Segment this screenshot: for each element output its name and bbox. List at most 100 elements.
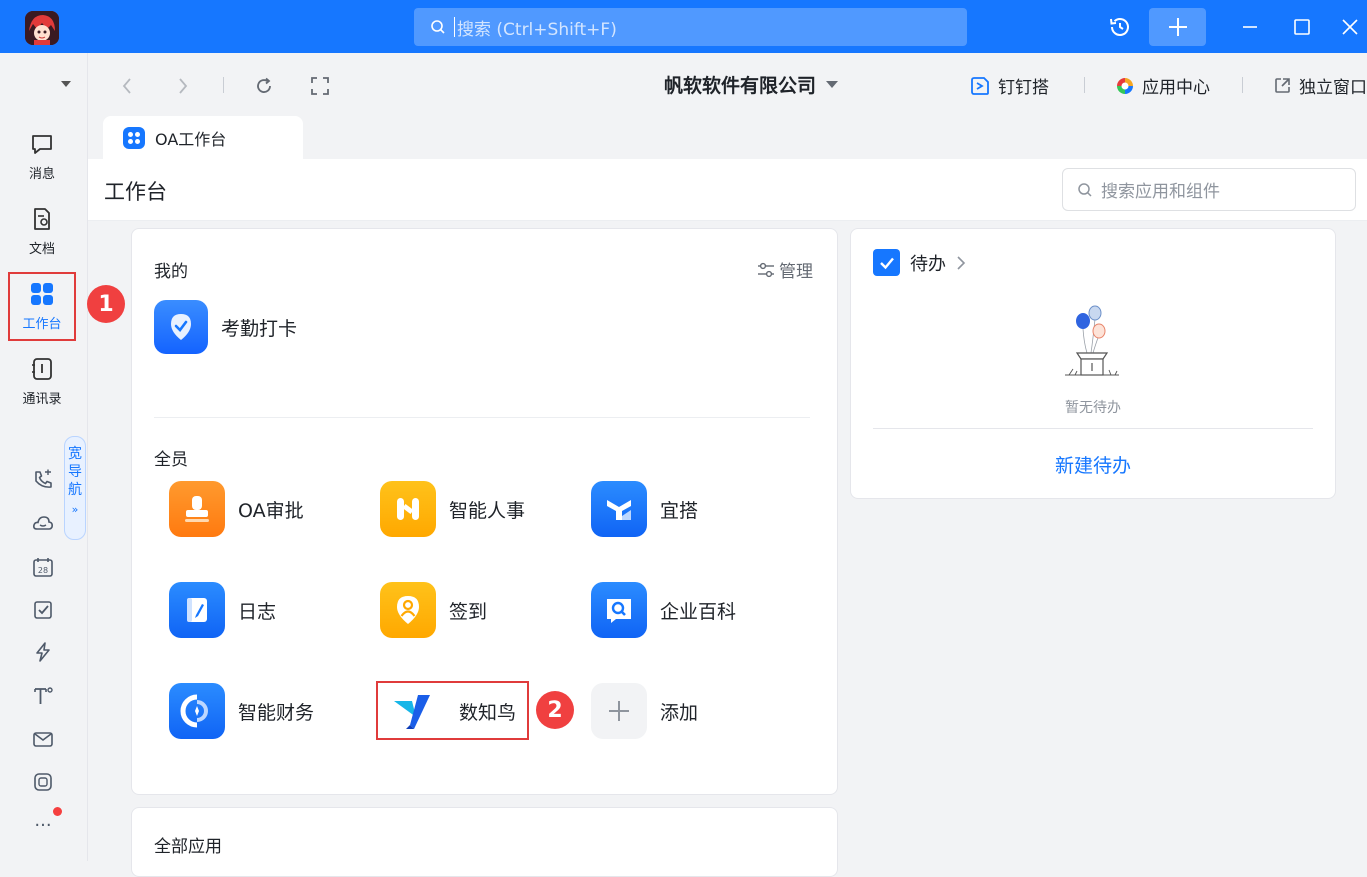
chat-bubble-icon (32, 134, 52, 154)
chevron-right-icon (179, 78, 188, 94)
new-button[interactable] (1149, 8, 1206, 46)
app-attendance[interactable]: 考勤打卡 (154, 300, 297, 354)
maximize-icon (1294, 19, 1310, 35)
open-window-icon (1275, 78, 1290, 93)
todo-card: 待办 暂无待办 新建待办 (850, 228, 1336, 499)
mail-icon[interactable] (30, 726, 56, 752)
rail-item-label: 工作台 (22, 317, 62, 332)
app-search-input[interactable]: 搜索应用和组件 (1062, 168, 1356, 211)
checkbox-icon (873, 249, 900, 276)
minimize-icon (1243, 26, 1257, 28)
app-label: 智能人事 (449, 499, 526, 522)
chevron-left-icon (122, 78, 131, 94)
rail-item-docs[interactable]: 文档 (8, 198, 76, 264)
highlight-box-shuzhiniao (376, 681, 529, 740)
search-icon (430, 19, 446, 35)
workbench-area: 我的 管理 考勤打卡 全员 OA审批 智能人事 宜搭 日志 签到 企业百科 智能… (88, 221, 1367, 877)
phone-icon[interactable] (30, 467, 56, 493)
section-title-all-apps: 全部应用 (154, 837, 222, 857)
app-smart-hr[interactable]: 智能人事 (380, 481, 525, 537)
rail-dropdown-button[interactable] (60, 79, 72, 89)
app-label: 企业百科 (660, 600, 737, 623)
maximize-button[interactable] (1282, 8, 1322, 46)
approval-stamp-icon (169, 481, 225, 537)
step-badge-2: 2 (536, 691, 574, 729)
dingtalk-box-icon[interactable] (30, 769, 56, 795)
app-center-link[interactable]: 应用中心 (1116, 73, 1210, 98)
app-label: OA审批 (238, 499, 304, 522)
minimize-button[interactable] (1230, 8, 1270, 46)
calendar-day: 28 (38, 566, 48, 575)
divider (1242, 77, 1243, 93)
tab-label: OA工作台 (155, 129, 227, 149)
apps-card: 我的 管理 考勤打卡 全员 OA审批 智能人事 宜搭 日志 签到 企业百科 智能… (131, 228, 838, 795)
app-yida[interactable]: 宜搭 (591, 481, 698, 537)
history-button[interactable] (1100, 8, 1140, 46)
todo-header[interactable]: 待办 (873, 249, 966, 276)
document-icon (34, 207, 50, 230)
forward-button[interactable] (172, 75, 194, 97)
app-checkin[interactable]: 签到 (380, 582, 487, 638)
task-check-icon[interactable] (30, 597, 56, 623)
plus-icon (1168, 18, 1187, 36)
nav-link-label: 钉钉搭 (998, 78, 1049, 98)
app-center-icon (1117, 77, 1133, 94)
nav-link-label: 独立窗口 (1299, 78, 1367, 98)
todo-title: 待办 (910, 253, 946, 275)
dingdingda-icon (971, 76, 989, 95)
rail-item-label: 通讯录 (22, 391, 62, 407)
page-title: 工作台 (104, 180, 167, 204)
app-search-placeholder: 搜索应用和组件 (1101, 182, 1220, 202)
close-button[interactable] (1330, 8, 1367, 46)
lightning-icon[interactable] (30, 639, 56, 665)
more-icon[interactable]: ··· (30, 812, 56, 838)
cloud-icon[interactable] (30, 510, 56, 536)
wiki-search-icon (591, 582, 647, 638)
chevron-right-icon (956, 255, 966, 271)
app-journal[interactable]: 日志 (169, 582, 276, 638)
step-badge-1: 1 (87, 285, 125, 323)
text-cursor (454, 17, 455, 37)
rail-item-workbench[interactable]: 工作台 (8, 272, 76, 341)
back-button[interactable] (116, 75, 138, 97)
app-smart-finance[interactable]: 智能财务 (169, 683, 314, 739)
company-name: 帆软软件有限公司 (664, 75, 817, 97)
rail-item-label: 文档 (28, 241, 55, 257)
attendance-shield-icon (154, 300, 208, 354)
app-label: 日志 (238, 600, 277, 623)
workbench-tab-icon (123, 126, 145, 149)
refresh-button[interactable] (253, 75, 275, 97)
rail-item-contacts[interactable]: 通讯录 (8, 348, 76, 414)
dingdingda-link[interactable]: 钉钉搭 (970, 73, 1049, 98)
caret-down-icon (826, 81, 839, 88)
grid-apps-icon (31, 283, 53, 305)
fullscreen-button[interactable] (309, 75, 331, 97)
refresh-icon (257, 77, 271, 93)
add-icon (591, 683, 647, 739)
rail-item-label: 消息 (28, 166, 55, 182)
text-format-icon[interactable] (30, 683, 56, 709)
app-enterprise-wiki[interactable]: 企业百科 (591, 582, 736, 638)
app-label: 签到 (449, 600, 488, 623)
nav-link-label: 应用中心 (1142, 78, 1210, 98)
calendar-icon[interactable]: 28 (30, 554, 56, 580)
global-search-input[interactable]: 搜索 (Ctrl+Shift+F) (414, 8, 967, 46)
yida-icon (591, 481, 647, 537)
wide-nav-char: 航 (68, 482, 82, 498)
journal-icon (169, 582, 225, 638)
standalone-window-link[interactable]: 独立窗口 (1274, 73, 1367, 98)
double-chevron-right-icon: » (71, 503, 79, 516)
app-add[interactable]: 添加 (591, 683, 698, 739)
tab-oa-workbench[interactable]: OA工作台 (103, 116, 303, 159)
wide-nav-toggle[interactable]: 宽 导 航 » (64, 436, 86, 540)
section-divider (154, 417, 810, 418)
history-clock-icon (1110, 18, 1129, 36)
left-rail: 消息 文档 工作台 通讯录 28 ··· 宽 导 航 » (0, 53, 88, 861)
manage-button[interactable]: 管理 (757, 257, 813, 282)
new-todo-button[interactable]: 新建待办 (851, 451, 1335, 478)
company-switcher[interactable]: 帆软软件有限公司 (664, 71, 839, 98)
rail-item-messages[interactable]: 消息 (8, 123, 76, 189)
app-oa-approval[interactable]: OA审批 (169, 481, 304, 537)
app-avatar-logo[interactable] (25, 11, 59, 45)
wide-nav-char: 导 (68, 464, 82, 480)
